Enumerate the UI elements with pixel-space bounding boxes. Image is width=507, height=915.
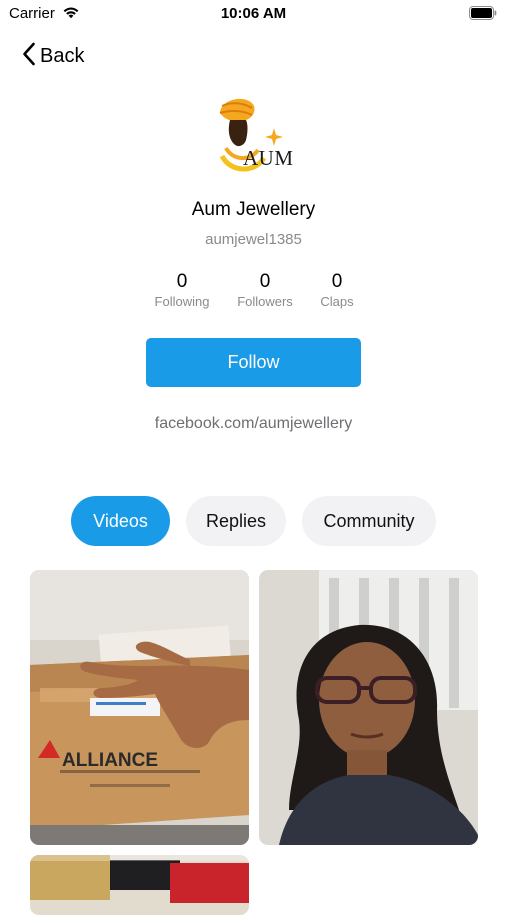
- chevron-left-icon: [22, 42, 36, 71]
- stat-value: 0: [331, 271, 343, 292]
- video-thumbnail[interactable]: [259, 570, 478, 845]
- stat-claps[interactable]: 0 Claps: [292, 271, 382, 309]
- back-label: Back: [40, 44, 85, 67]
- clock: 10:06 AM: [220, 5, 287, 22]
- status-bar: Carrier 10:06 AM: [0, 0, 507, 28]
- profile-name: Aum Jewellery: [191, 199, 316, 220]
- box-brand-text: ALLIANCE: [62, 750, 158, 771]
- stat-label: Claps: [320, 294, 354, 309]
- profile-stats: 0 Following 0 Followers 0 Claps: [0, 271, 507, 315]
- stat-label: Following: [154, 294, 210, 309]
- stat-following[interactable]: 0 Following: [137, 271, 227, 309]
- profile-handle: aumjewel1385: [205, 231, 302, 248]
- video-thumbnail[interactable]: [30, 855, 249, 915]
- follow-button[interactable]: Follow: [146, 338, 361, 387]
- profile-avatar-logo: AUM: [208, 90, 300, 182]
- profile-link[interactable]: facebook.com/aumjewellery: [0, 415, 507, 433]
- tab-videos[interactable]: Videos: [71, 496, 170, 546]
- video-thumbnail[interactable]: ALLIANCE: [30, 570, 249, 845]
- stat-value: 0: [176, 271, 188, 292]
- battery-icon: [469, 6, 497, 25]
- back-button[interactable]: Back: [22, 42, 84, 70]
- tab-replies[interactable]: Replies: [186, 496, 286, 546]
- logo-text: AUM: [243, 146, 294, 170]
- tab-community[interactable]: Community: [302, 496, 436, 546]
